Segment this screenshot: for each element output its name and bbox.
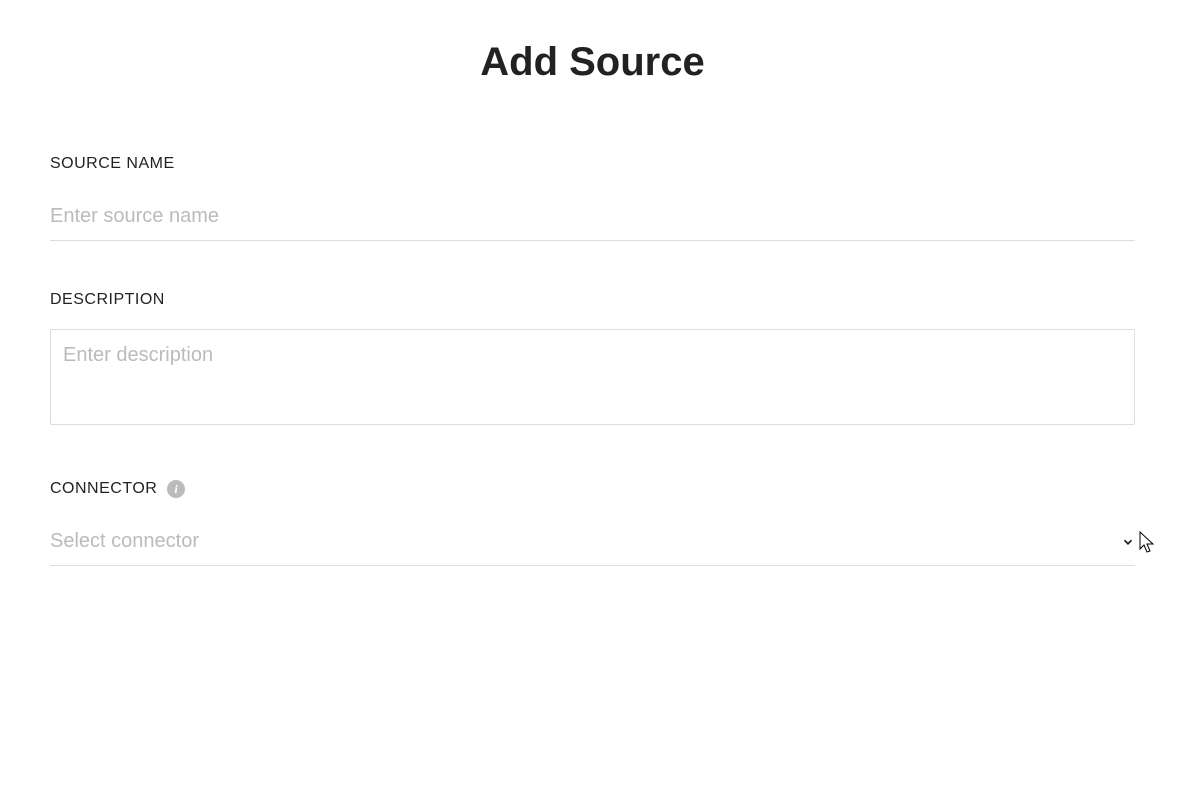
form-container: Add Source SOURCE NAME DESCRIPTION CONNE… [0,0,1185,656]
connector-label-text: CONNECTOR [50,480,157,498]
info-icon[interactable]: i [167,480,185,498]
connector-select[interactable]: Select connector [50,518,1135,566]
chevron-down-icon [1121,535,1135,549]
connector-label: CONNECTOR i [50,480,1135,498]
source-name-label: SOURCE NAME [50,155,1135,173]
description-label: DESCRIPTION [50,291,1135,309]
connector-group: CONNECTOR i Select connector [50,480,1135,566]
page-title: Add Source [50,40,1135,85]
description-input[interactable] [50,329,1135,425]
connector-placeholder: Select connector [50,530,199,553]
source-name-input[interactable] [50,193,1135,241]
source-name-group: SOURCE NAME [50,155,1135,241]
description-group: DESCRIPTION [50,291,1135,430]
